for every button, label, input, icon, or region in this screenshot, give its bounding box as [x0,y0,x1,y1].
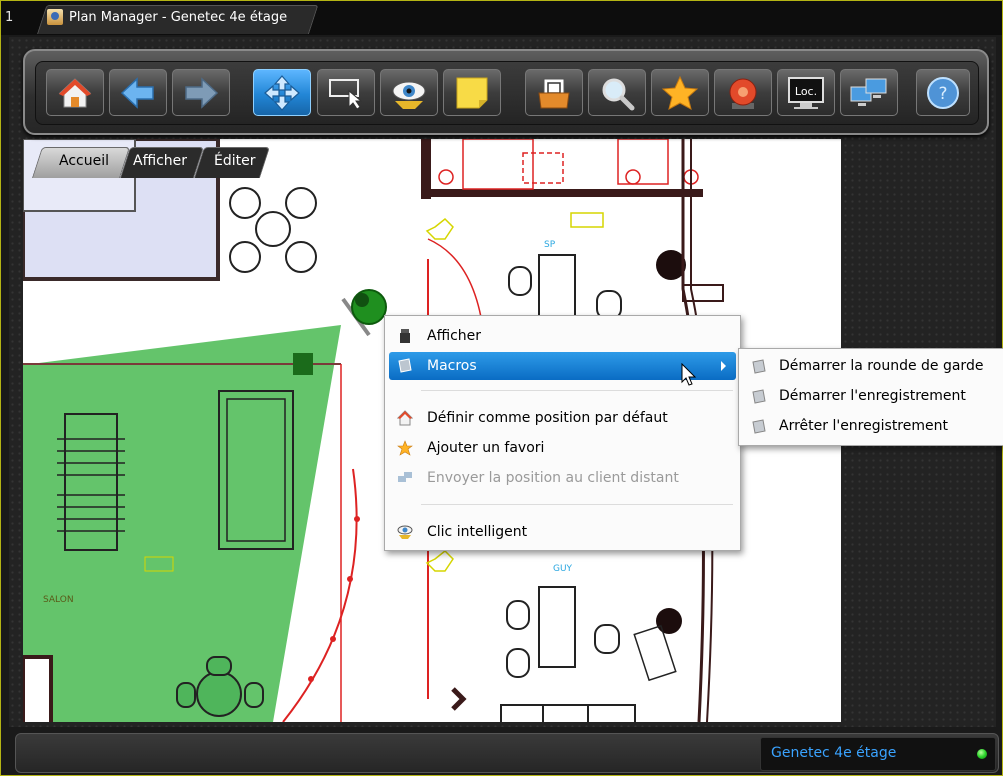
menu-item-label: Clic intelligent [427,524,528,540]
macro-scroll-icon [752,419,766,434]
toolbar-inner: Loc. ? [35,61,979,125]
location-button-label: Loc. [795,85,817,98]
submenu-item-stop-recording[interactable]: Arrêter l'enregistrement [743,413,1001,441]
tab-accueil-label: Accueil [59,153,109,169]
alarm-bell-icon [729,78,757,109]
svg-text:?: ? [938,84,947,104]
submenu-item-label: Arrêter l'enregistrement [779,418,948,434]
submenu-item-label: Démarrer l'enregistrement [779,388,966,404]
tab-editer-label: Éditer [214,153,256,169]
menu-item-set-default[interactable]: Définir comme position par défaut [389,404,736,432]
home-icon [58,77,92,107]
main-toolbar: Loc. ? [23,49,989,135]
select-area-icon [329,78,363,110]
network-monitors-icon [398,472,412,482]
menu-item-add-favorite[interactable]: Ajouter un favori [389,434,736,462]
tab-afficher-label: Afficher [133,153,188,169]
menu-item-label: Ajouter un favori [427,440,545,456]
archive-icon [538,78,570,108]
star-icon [397,440,413,456]
location-status[interactable]: Genetec 4e étage [760,737,996,771]
search-button[interactable] [588,69,646,116]
macros-submenu: Démarrer la rounde de garde Démarrer l'e… [738,348,1003,446]
mouse-cursor-icon [681,363,697,386]
favorites-button[interactable] [651,69,709,116]
macro-scroll-icon [752,389,766,404]
monitor-loc-icon: Loc. [788,76,824,109]
magnifier-icon [602,78,635,110]
menu-item-label: Afficher [427,328,482,344]
network-monitors-icon [850,78,887,106]
menu-item-afficher[interactable]: Afficher [389,322,736,350]
menu-separator [421,390,733,391]
menu-item-label: Définir comme position par défaut [427,410,668,426]
arrow-left-icon [120,76,154,109]
menu-item-smart-click[interactable]: Clic intelligent [389,518,736,546]
remote-client-button[interactable] [840,69,898,116]
back-button[interactable] [109,69,167,116]
plan-manager-icon [47,9,63,25]
context-menu: Afficher Macros Définir comme position p… [384,315,741,551]
plan-manager-tab-content[interactable]: Plan Manager - Genetec 4e étage [47,9,287,25]
pan-button[interactable] [253,69,311,116]
submenu-item-start-recording[interactable]: Démarrer l'enregistrement [743,383,1001,411]
menu-separator [421,504,733,505]
menu-item-label: Envoyer la position au client distant [427,470,679,486]
label-sp: SP [544,240,556,250]
app-window: 1 Plan Manager - Genetec 4e étage SALON … [0,0,1003,776]
select-area-button[interactable] [317,69,375,116]
macro-scroll-icon [398,358,412,373]
status-bar: Genetec 4e étage [15,733,999,773]
submenu-arrow-icon [721,361,726,371]
label-guy: GUY [553,564,573,574]
menu-item-label: Macros [427,358,477,374]
help-icon: ? [927,76,959,109]
star-icon [661,75,699,110]
location-status-text: Genetec 4e étage [771,745,897,761]
arrow-right-icon [185,76,219,109]
eye-icon [397,525,413,539]
home-icon [397,410,413,426]
camera-icon [400,329,410,343]
archive-button[interactable] [525,69,583,116]
window-title: Plan Manager - Genetec 4e étage [69,9,288,25]
status-indicator-icon [977,749,987,759]
submenu-item-start-guard-tour[interactable]: Démarrer la rounde de garde [743,353,1001,381]
submenu-item-label: Démarrer la rounde de garde [779,358,984,374]
smart-click-button[interactable] [380,69,438,116]
forward-button[interactable] [172,69,230,116]
room-label-salon: SALON [43,595,74,605]
sticky-note-icon [456,77,488,108]
eye-icon [392,81,426,109]
help-button[interactable]: ? [916,69,970,116]
camera-marker [341,289,387,337]
home-button[interactable] [46,69,104,116]
macro-scroll-icon [752,359,766,374]
menu-item-send-remote[interactable]: Envoyer la position au client distant [389,464,736,492]
annotation-button[interactable] [443,69,501,116]
location-button[interactable]: Loc. [777,69,835,116]
tab-strip: 1 Plan Manager - Genetec 4e étage [1,1,1002,35]
tab-number: 1 [5,10,14,25]
move-icon [264,74,300,111]
alarm-button[interactable] [714,69,772,116]
